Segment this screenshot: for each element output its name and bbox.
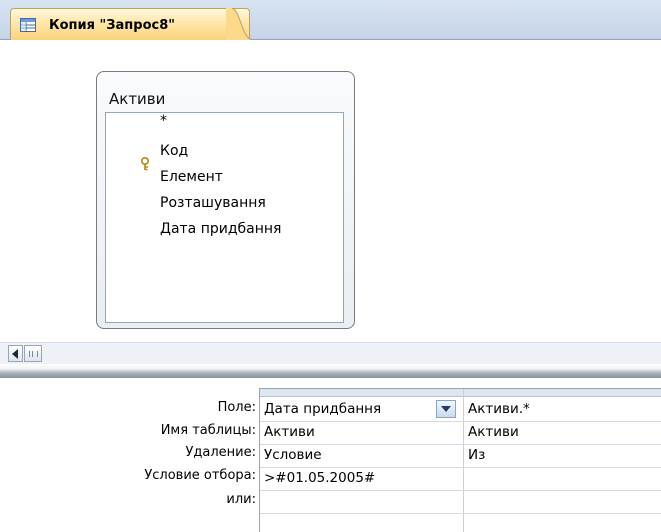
pane-splitter[interactable] <box>0 364 661 378</box>
row-label-or: или: <box>226 492 256 507</box>
field-kod[interactable]: Код <box>160 143 188 159</box>
grid-cell-criteria-1[interactable]: >#01.05.2005# <box>264 470 375 486</box>
row-divider <box>260 490 661 491</box>
primary-key-icon <box>141 157 149 171</box>
field-element[interactable]: Елемент <box>160 169 223 185</box>
row-label-criteria: Условие отбора: <box>144 468 256 483</box>
arrow-left-icon[interactable] <box>8 345 23 362</box>
row-label-table: Имя таблицы: <box>160 423 256 438</box>
field-all[interactable]: * <box>160 113 167 129</box>
column-divider <box>463 389 464 532</box>
field-purchase-date[interactable]: Дата придбання <box>160 221 281 237</box>
tab-title: Копия "Запрос8" <box>49 18 176 33</box>
query-datasheet-icon <box>20 18 36 32</box>
grid-cell-table-1[interactable]: Активи <box>264 424 315 440</box>
field-location[interactable]: Розташування <box>160 195 266 211</box>
column-selector-bar[interactable] <box>260 389 661 397</box>
field-list-title: Активи <box>109 90 166 108</box>
field-list-window[interactable]: Активи * Код Елемент Розташування Дата п… <box>96 71 355 329</box>
row-divider <box>260 467 661 468</box>
tab-query-copy[interactable]: Копия "Запрос8" <box>10 8 250 40</box>
grid-cell-field-2[interactable]: Активи.* <box>468 401 530 417</box>
grid-cell-delete-2[interactable]: Из <box>468 447 485 463</box>
row-divider <box>260 513 661 514</box>
row-divider <box>260 421 661 422</box>
tab-curve <box>226 8 254 40</box>
row-label-field: Поле: <box>217 400 256 415</box>
field-list[interactable]: * Код Елемент Розташування Дата придбанн… <box>105 112 344 323</box>
row-label-delete: Удаление: <box>185 445 256 460</box>
grid-cell-table-2[interactable]: Активи <box>468 424 519 440</box>
row-divider <box>260 444 661 445</box>
chevron-down-icon[interactable] <box>436 400 456 418</box>
grid-cell-delete-1[interactable]: Условие <box>264 447 322 463</box>
grid-cell-field-1[interactable]: Дата придбання <box>264 401 381 417</box>
scroll-thumb-grip-icon[interactable] <box>24 345 42 362</box>
query-design-grid[interactable]: Дата придбання Активи Условие >#01.05.20… <box>259 388 661 532</box>
design-pane-hscrollbar[interactable] <box>0 342 661 365</box>
query-grid-pane: Поле: Имя таблицы: Удаление: Условие отб… <box>0 378 661 532</box>
